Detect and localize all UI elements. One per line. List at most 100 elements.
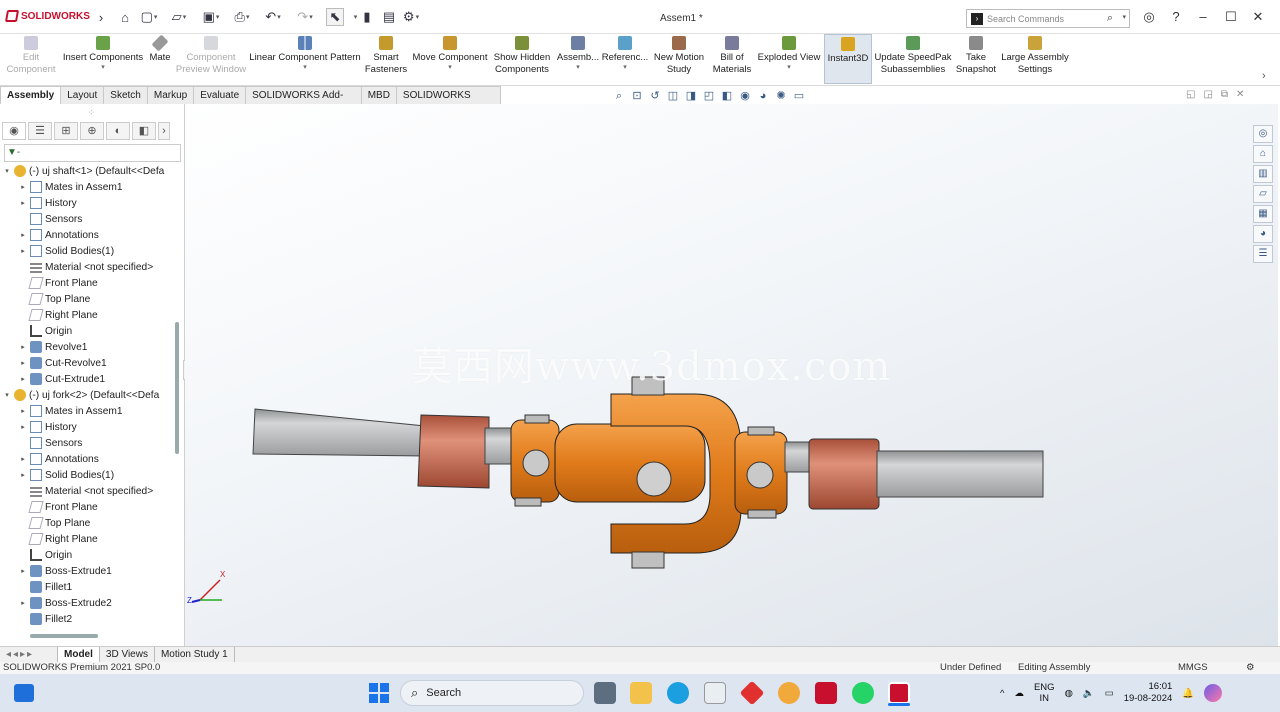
- viewport-tile-icon[interactable]: ◲: [1203, 89, 1212, 100]
- file-properties-icon[interactable]: ▤: [380, 8, 398, 26]
- tab-mbd[interactable]: MBD: [360, 86, 397, 104]
- expand-menu-icon[interactable]: ›: [92, 8, 110, 26]
- whatsapp-icon[interactable]: [852, 682, 874, 704]
- redo-icon[interactable]: ↷ ▾: [296, 8, 314, 26]
- help-icon[interactable]: ?: [1167, 8, 1185, 26]
- viewport-maximize-icon[interactable]: ⧉: [1221, 89, 1228, 100]
- maximize-button[interactable]: ☐: [1222, 8, 1240, 26]
- widgets-icon[interactable]: [14, 684, 34, 702]
- language-indicator[interactable]: ENG IN: [1034, 682, 1055, 704]
- tree-horizontal-scrollbar[interactable]: [30, 634, 98, 638]
- volume-icon[interactable]: 🔈: [1083, 688, 1095, 699]
- tree-item[interactable]: Right Plane: [2, 307, 177, 323]
- tree-item[interactable]: ▸ Cut-Extrude1: [2, 371, 177, 387]
- section-view-icon[interactable]: ◫: [666, 89, 680, 103]
- expand-arrow-icon[interactable]: ▸: [18, 375, 28, 383]
- network-icon[interactable]: ◍: [1065, 688, 1073, 699]
- expand-arrow-icon[interactable]: ▾: [2, 391, 12, 399]
- tree-item[interactable]: Material <not specified>: [2, 483, 177, 499]
- tab-solidworks-cam[interactable]: SOLIDWORKS CAM: [395, 86, 501, 118]
- right-yoke-pin[interactable]: [746, 461, 774, 489]
- zoom-to-fit-icon[interactable]: ⌕: [612, 89, 626, 103]
- right-neck[interactable]: [784, 441, 812, 473]
- tree-item[interactable]: ▸ Annotations: [2, 227, 177, 243]
- left-sleeve[interactable]: [417, 414, 490, 489]
- expand-arrow-icon[interactable]: ▸: [18, 567, 28, 575]
- viewport-close-icon[interactable]: ✕: [1236, 89, 1244, 100]
- minimize-button[interactable]: –: [1194, 8, 1212, 26]
- expand-arrow-icon[interactable]: ▸: [18, 359, 28, 367]
- assembly-features-button[interactable]: Assemb... ▾: [556, 34, 600, 84]
- tree-item[interactable]: ▾ (-) uj shaft<1> (Default<<Defa: [2, 163, 177, 179]
- save-icon[interactable]: ▣ ▾: [202, 8, 220, 26]
- tabs-scroll-right-icon[interactable]: ›: [158, 122, 170, 140]
- dimxpert-tab-icon[interactable]: ⊕: [80, 122, 104, 140]
- tab-motion-study-1[interactable]: Motion Study 1: [155, 647, 235, 662]
- component-preview-window-button[interactable]: Component Preview Window: [174, 34, 248, 84]
- home-icon[interactable]: ⌂: [1253, 145, 1273, 163]
- expand-arrow-icon[interactable]: ▸: [18, 231, 28, 239]
- user-account-icon[interactable]: ◎: [1140, 8, 1158, 26]
- view-settings-icon[interactable]: ▭: [792, 89, 806, 103]
- display-style-icon[interactable]: ◧: [720, 89, 734, 103]
- expand-arrow-icon[interactable]: ▸: [18, 599, 28, 607]
- tab-model[interactable]: Model: [58, 647, 100, 662]
- tree-item[interactable]: Top Plane: [2, 515, 177, 531]
- left-yoke-pin[interactable]: [522, 449, 550, 477]
- tree-item[interactable]: ▸ Mates in Assem1: [2, 179, 177, 195]
- large-assembly-settings-button[interactable]: Large Assembly Settings: [1000, 34, 1070, 84]
- tab-assembly[interactable]: Assembly: [0, 86, 62, 104]
- close-button[interactable]: ✕: [1249, 8, 1267, 26]
- undo-icon[interactable]: ↶ ▾: [264, 8, 282, 26]
- right-shaft[interactable]: [876, 450, 1044, 498]
- left-yoke-bolt-bottom[interactable]: [514, 497, 542, 507]
- configuration-manager-tab-icon[interactable]: ⊞: [54, 122, 78, 140]
- file-explorer-icon[interactable]: ▱: [1253, 185, 1273, 203]
- bottom-cross-pin[interactable]: [631, 551, 665, 569]
- viewport-restore-icon[interactable]: ◱: [1186, 89, 1195, 100]
- clock[interactable]: 16:01 19-08-2024: [1124, 681, 1173, 705]
- left-yoke-bolt-top[interactable]: [524, 414, 550, 424]
- solidworks-logo[interactable]: SOLIDWORKS: [4, 10, 90, 22]
- tab-navigation-arrows[interactable]: ◂◂▸▸: [0, 647, 58, 662]
- panel-grip-icon[interactable]: ⁘: [88, 108, 95, 117]
- search-dropdown-icon[interactable]: ▾: [1122, 13, 1126, 21]
- mate-button[interactable]: Mate: [146, 34, 174, 84]
- tree-filter-input[interactable]: ▼-: [4, 144, 181, 162]
- view-palette-icon[interactable]: ▦: [1253, 205, 1273, 223]
- exploded-view-button[interactable]: Exploded View ▾: [756, 34, 822, 84]
- right-sleeve[interactable]: [808, 438, 880, 510]
- battery-icon[interactable]: ▭: [1105, 688, 1114, 699]
- show-hidden-components-button[interactable]: Show Hidden Components: [492, 34, 552, 84]
- expand-arrow-icon[interactable]: ▸: [18, 343, 28, 351]
- chrome-icon[interactable]: [778, 682, 800, 704]
- property-manager-tab-icon[interactable]: ☰: [28, 122, 52, 140]
- unit-system[interactable]: MMGS: [1178, 662, 1208, 674]
- graphics-area[interactable]: 莫西网www.3dmox.com: [185, 104, 1278, 646]
- magnifier-icon[interactable]: ⌕: [1107, 12, 1113, 25]
- notification-bell-icon[interactable]: 🔔: [1182, 688, 1194, 699]
- tab-sketch[interactable]: Sketch: [103, 86, 148, 104]
- update-speedpak-button[interactable]: Update SpeedPak Subassemblies: [874, 34, 952, 84]
- tab-evaluate[interactable]: Evaluate: [193, 86, 247, 104]
- tree-item[interactable]: ▸ Annotations: [2, 451, 177, 467]
- take-snapshot-button[interactable]: Take Snapshot: [954, 34, 998, 84]
- display-manager-tab-icon[interactable]: ◐: [106, 122, 130, 140]
- expand-arrow-icon[interactable]: ▸: [18, 423, 28, 431]
- right-yoke-bolt-top[interactable]: [747, 426, 775, 436]
- tree-item[interactable]: ▸ Revolve1: [2, 339, 177, 355]
- tree-item[interactable]: Sensors: [2, 211, 177, 227]
- tree-item[interactable]: ▸ Boss-Extrude1: [2, 563, 177, 579]
- tree-item[interactable]: Fillet1: [2, 579, 177, 595]
- tab-layout[interactable]: Layout: [60, 86, 105, 104]
- featuremanager-tree-tab-icon[interactable]: ◉: [2, 122, 26, 140]
- right-yoke-bolt-bottom[interactable]: [747, 509, 777, 519]
- expand-arrow-icon[interactable]: ▾: [2, 167, 12, 175]
- insert-components-button[interactable]: Insert Components ▾: [60, 34, 146, 84]
- zoom-to-area-icon[interactable]: ⊡: [630, 89, 644, 103]
- previous-view-icon[interactable]: ↺: [648, 89, 662, 103]
- tree-item[interactable]: ▸ Mates in Assem1: [2, 403, 177, 419]
- open-icon[interactable]: ▱ ▾: [170, 8, 188, 26]
- edit-appearance-icon[interactable]: ◕: [756, 89, 770, 103]
- tree-item[interactable]: ▾ (-) uj fork<2> (Default<<Defa: [2, 387, 177, 403]
